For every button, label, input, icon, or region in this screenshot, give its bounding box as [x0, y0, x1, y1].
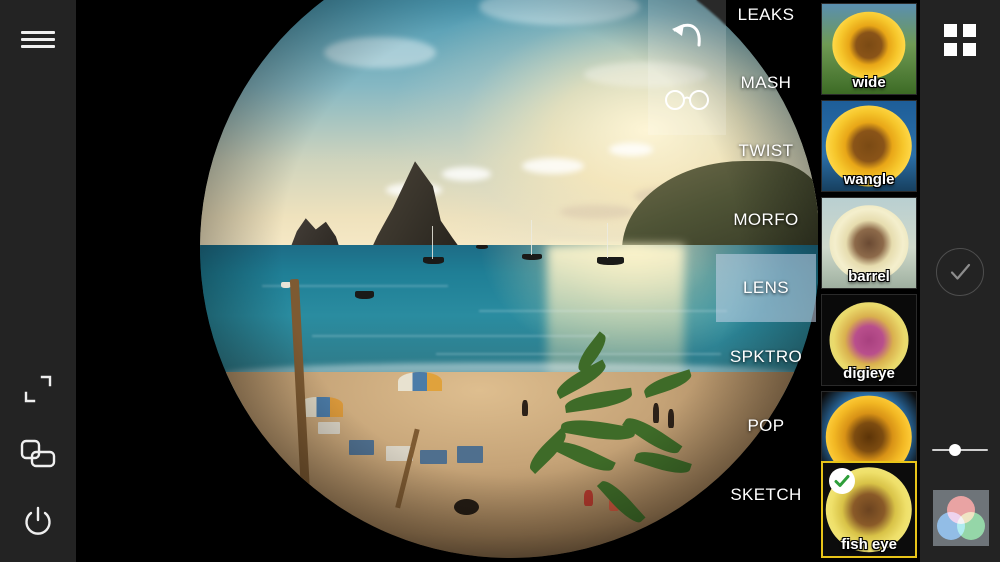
power-button[interactable]: [0, 493, 76, 551]
effect-category-list[interactable]: LEAKS MASH TWIST MORFO LENS SPKTRO POP S…: [716, 0, 816, 562]
cloud: [609, 142, 653, 157]
category-item-twist[interactable]: TWIST: [716, 117, 816, 185]
menu-button[interactable]: [0, 10, 76, 68]
layers-button[interactable]: [0, 425, 76, 483]
preset-thumb-digieye[interactable]: digieye: [821, 294, 917, 386]
category-item-leaks[interactable]: LEAKS: [716, 0, 816, 49]
category-item-mash[interactable]: MASH: [716, 49, 816, 117]
crop-button[interactable]: [0, 360, 76, 418]
selected-check-badge: [829, 468, 855, 494]
preset-thumb-barrel[interactable]: barrel: [821, 197, 917, 289]
preset-label: wide: [852, 74, 886, 91]
category-item-pop[interactable]: POP: [716, 392, 816, 460]
sailboat: [596, 257, 625, 265]
check-circle-icon: [834, 475, 850, 487]
preset-thumb-wide[interactable]: wide: [821, 3, 917, 95]
crop-expand-icon: [24, 375, 52, 403]
slider-knob[interactable]: [948, 444, 961, 456]
intensity-slider[interactable]: [932, 442, 988, 458]
floating-tool-panel: [648, 0, 726, 135]
category-item-sketch[interactable]: SKETCH: [716, 461, 816, 529]
power-icon: [25, 506, 51, 535]
grid-view-button[interactable]: [938, 18, 982, 62]
grid-view-icon: [944, 24, 957, 37]
preset-label: fish eye: [841, 536, 897, 553]
apply-button[interactable]: [936, 248, 984, 296]
color-mixer-button[interactable]: [933, 490, 989, 546]
preset-thumbnail-list[interactable]: wide wangle barrel digieye fish eye+: [818, 0, 918, 562]
sailboat: [423, 257, 445, 265]
cloud: [441, 167, 492, 182]
boat: [280, 282, 291, 288]
preset-thumb-wangle[interactable]: wangle: [821, 100, 917, 192]
motorboat: [355, 291, 374, 300]
undo-button[interactable]: [648, 5, 726, 67]
left-sidebar: [0, 0, 76, 562]
preset-thumb-fish-eye[interactable]: fish eye: [821, 461, 917, 558]
hamburger-menu-icon: [21, 27, 55, 52]
check-circle-icon: [950, 263, 971, 280]
compare-button[interactable]: [648, 69, 726, 131]
beach-umbrella: [299, 396, 343, 417]
preset-label: digieye: [843, 365, 895, 382]
category-item-lens[interactable]: LENS: [716, 254, 816, 322]
layers-icon: [20, 439, 56, 468]
preset-label: wangle: [843, 171, 895, 188]
cloud: [324, 37, 436, 69]
undo-arrow-icon: [672, 23, 701, 47]
category-item-spktro[interactable]: SPKTRO: [716, 323, 816, 391]
category-item-morfo[interactable]: MORFO: [716, 186, 816, 254]
preset-label: barrel: [848, 268, 890, 285]
glasses-icon: [665, 90, 709, 110]
app-root: LEAKS MASH TWIST MORFO LENS SPKTRO POP S…: [0, 0, 1000, 562]
beach-umbrella: [398, 372, 442, 391]
right-sidebar: [920, 0, 1000, 562]
